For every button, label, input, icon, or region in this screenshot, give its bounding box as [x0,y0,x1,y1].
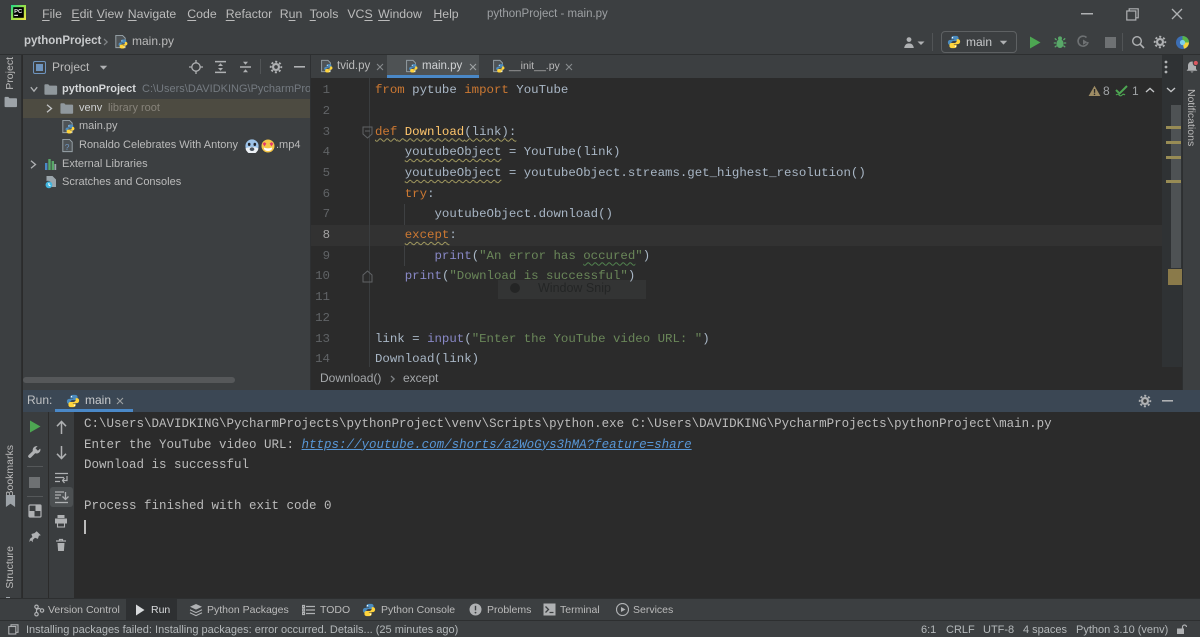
svg-text:PC: PC [14,9,23,15]
svg-text:?: ? [65,142,70,152]
